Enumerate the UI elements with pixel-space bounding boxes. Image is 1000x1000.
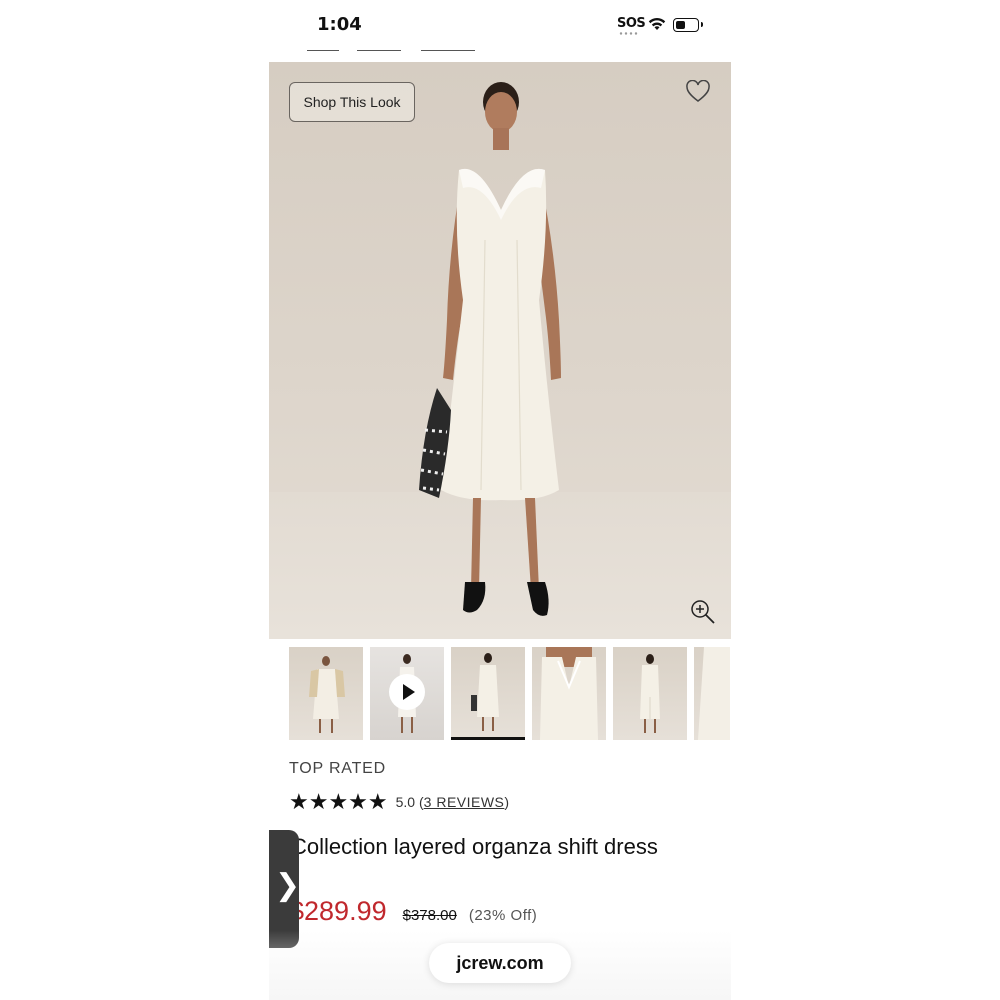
thumbnail-image-active[interactable] <box>451 647 525 740</box>
play-icon[interactable] <box>389 674 425 710</box>
status-bar: 1:04 SOS <box>269 0 731 51</box>
phone-screen: 1:04 SOS Shop This Look TOP RATED ★★★★★ … <box>269 0 731 1000</box>
rating-score: 5.0 <box>395 794 416 810</box>
signal-dots-icon <box>619 32 638 35</box>
price-row: $289.99 $378.00 (23% Off) <box>289 896 537 927</box>
shop-this-look-button[interactable]: Shop This Look <box>289 82 415 122</box>
battery-icon <box>673 18 703 32</box>
thumbnail-strip <box>289 647 731 740</box>
rating-row: ★★★★★ 5.0 (3 REVIEWS) <box>289 790 509 814</box>
product-main-image[interactable]: Shop This Look <box>269 62 731 639</box>
star-rating-icon: ★★★★★ <box>289 789 388 814</box>
chevron-right-icon: ❯ <box>275 869 301 902</box>
status-time: 1:04 <box>317 14 362 35</box>
thumbnail-video[interactable] <box>370 647 444 740</box>
product-title: Collection layered organza shift dress <box>291 834 658 859</box>
browser-url-bar[interactable]: jcrew.com <box>429 943 571 983</box>
thumbnail-image[interactable] <box>289 647 363 740</box>
original-price: $378.00 <box>402 907 457 924</box>
reviews-count: (3 REVIEWS) <box>418 794 510 810</box>
thumbnail-image[interactable] <box>694 647 730 740</box>
discount-label: (23% Off) <box>468 907 538 924</box>
heart-icon[interactable] <box>685 80 711 104</box>
model-figure <box>419 82 561 616</box>
reviews-link[interactable]: 3 REVIEWS <box>424 794 505 810</box>
thumbnail-image[interactable] <box>613 647 687 740</box>
thumbnail-image[interactable] <box>532 647 606 740</box>
breadcrumb <box>291 44 491 54</box>
sale-price: $289.99 <box>289 896 387 926</box>
top-rated-badge: TOP RATED <box>289 760 386 777</box>
wifi-icon <box>648 18 666 30</box>
zoom-in-icon[interactable] <box>689 598 717 626</box>
sos-indicator: SOS <box>617 16 646 31</box>
